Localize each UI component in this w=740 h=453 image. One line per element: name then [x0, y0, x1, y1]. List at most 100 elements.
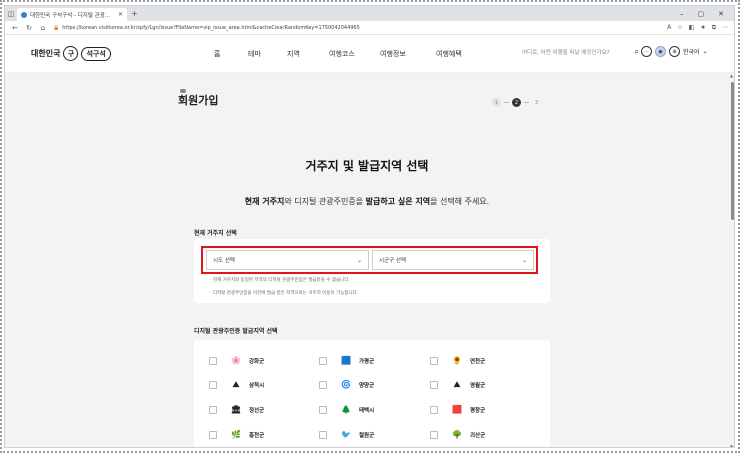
district-select[interactable]: 시군구 선택 ⌄ — [372, 250, 534, 270]
nav-item-info[interactable]: 여행정보 — [380, 49, 436, 59]
region-name: 홍천군 — [249, 433, 265, 439]
subtitle-emphasis: 현재 거주지 — [244, 197, 285, 206]
tab-bar: ◫ 대한민국 구석구석 - 디지털 관광... ✕ + – ▢ ✕ — [5, 6, 734, 21]
region-checkbox[interactable] — [319, 431, 327, 439]
region-option[interactable]: 🌳 괴산군 — [430, 430, 485, 440]
residence-note: · 디지털 관광주민증을 이전에 발급 받은 지역으로는 거주지 이동이 가능합… — [210, 291, 359, 296]
region-emblem-icon: 🏛 — [230, 405, 242, 414]
region-option[interactable]: 🏛 정선군 — [209, 405, 264, 415]
region-option[interactable]: 🌀 양양군 — [319, 380, 374, 390]
window-menu-icon[interactable]: ◫ — [5, 10, 17, 18]
main-nav: 홈 테마 지역 여행코스 여행정보 여행혜택 — [214, 49, 462, 59]
region-emblem-icon: 🌻 — [452, 356, 462, 365]
close-tab-icon[interactable]: ✕ — [118, 11, 123, 18]
region-option[interactable]: 🟦 가평군 — [319, 356, 374, 366]
region-emblem-icon: 🌸 — [231, 356, 241, 365]
residence-note: · 현재 거주지와 동일한 지역의 디지털 관광주민증은 발급받을 수 없습니다… — [210, 278, 350, 283]
region-checkbox[interactable] — [319, 381, 327, 389]
new-tab-icon[interactable]: + — [131, 9, 138, 18]
language-label[interactable]: 한국어 — [683, 47, 700, 56]
favorites-icon[interactable]: ★ — [700, 24, 705, 32]
browser-tab[interactable]: 대한민국 구석구석 - 디지털 관광... ✕ — [17, 8, 127, 21]
region-option[interactable]: 🌿 홍천군 — [209, 430, 264, 440]
logo-text: 대한민국 — [31, 49, 61, 58]
region-emblem-icon: 🟦 — [341, 356, 351, 365]
region-emblem-icon: 🌲 — [341, 405, 351, 414]
region-name: 영월군 — [470, 383, 486, 389]
scroll-down-icon[interactable]: ▼ — [730, 444, 733, 447]
home-icon[interactable]: ⌂ — [39, 24, 47, 32]
nav-item-benefits[interactable]: 여행혜택 — [436, 49, 462, 59]
residence-label: 현재 거주지 선택 — [194, 230, 237, 237]
address-bar: ← ↻ ⌂ 🔒 https://korean.visitkorea.or.kr/… — [5, 21, 734, 35]
step-3: 3 — [534, 99, 539, 106]
region-option[interactable]: 🌻 연천군 — [430, 356, 485, 366]
url-field[interactable]: 🔒 https://korean.visitkorea.or.kr/spfy/L… — [53, 25, 661, 31]
site-header: 대한민국 구 석구석 홈 테마 지역 여행코스 여행정보 여행혜택 어디로, 어… — [5, 35, 734, 73]
page-title-band: 회원가입 1 2 3 — [5, 73, 734, 121]
region-name: 강화군 — [249, 359, 265, 365]
profile-icon[interactable]: ◉ — [655, 46, 666, 57]
header-utilities: ⋯ ◉ ⊕ 한국어 ⌄ — [641, 46, 708, 57]
collections-icon[interactable]: ⧉ — [712, 24, 716, 32]
region-checkbox[interactable] — [319, 357, 327, 365]
region-option[interactable]: 🌲 태백시 — [319, 405, 374, 415]
close-window-icon[interactable]: ✕ — [718, 10, 724, 18]
back-icon[interactable]: ← — [11, 24, 19, 32]
browser-window: ◫ 대한민국 구석구석 - 디지털 관광... ✕ + – ▢ ✕ ← ↻ ⌂ … — [4, 5, 735, 448]
section-subtitle: 현재 거주지와 디지털 관광주민증을 발급하고 싶은 지역을 선택해 주세요. — [5, 196, 729, 207]
region-emblem-icon: 🌀 — [341, 380, 351, 389]
site-search[interactable]: 어디로, 어떤 여행을 떠날 예정인가요? ⌕ — [522, 45, 639, 58]
region-checkbox[interactable] — [430, 406, 438, 414]
region-option[interactable]: 🐦 철원군 — [319, 430, 374, 440]
search-input[interactable]: 어디로, 어떤 여행을 떠날 예정인가요? — [522, 48, 610, 56]
nav-item-course[interactable]: 여행코스 — [329, 49, 380, 59]
region-checkbox[interactable] — [209, 381, 217, 389]
scroll-up-icon[interactable]: ▲ — [730, 73, 733, 78]
subtitle-text: 와 디지털 관광주민증을 — [284, 197, 366, 206]
search-icon[interactable]: ⌕ — [635, 47, 639, 57]
step-2-active: 2 — [512, 98, 521, 107]
region-checkbox[interactable] — [209, 431, 217, 439]
more-icon[interactable]: ⋯ — [722, 24, 728, 32]
region-emblem-icon: ⛰ — [232, 380, 240, 389]
region-checkbox[interactable] — [430, 431, 438, 439]
nav-item-theme[interactable]: 테마 — [248, 49, 287, 59]
page-scrollbar[interactable]: ▲ ▼ — [729, 73, 734, 447]
main-content: 거주지 및 발급지역 선택 현재 거주지와 디지털 관광주민증을 발급하고 싶은… — [5, 121, 729, 447]
logo-text-secondary: 석구석 — [81, 46, 111, 61]
favorite-star-icon[interactable]: ☆ — [677, 24, 682, 32]
refresh-icon[interactable]: ↻ — [25, 24, 33, 32]
region-name: 연천군 — [470, 359, 486, 365]
region-option[interactable]: ⛰ 영월군 — [430, 380, 485, 390]
minimize-icon[interactable]: – — [680, 10, 684, 18]
scroll-thumb[interactable] — [731, 82, 734, 220]
region-name: 철원군 — [359, 433, 375, 439]
subtitle-text: 을 선택해 주세요. — [430, 197, 490, 206]
nav-item-home[interactable]: 홈 — [214, 49, 248, 59]
province-select[interactable]: 시도 선택 ⌄ — [206, 250, 369, 270]
chevron-down-icon: ⌄ — [356, 256, 362, 264]
menu-circle-icon[interactable]: ⋯ — [641, 46, 652, 57]
region-checkbox[interactable] — [430, 381, 438, 389]
region-name: 삼척시 — [249, 383, 265, 389]
province-select-value: 시도 선택 — [213, 258, 235, 264]
split-screen-icon[interactable]: ◧ — [689, 24, 695, 32]
region-option[interactable]: 🟥 평창군 — [430, 405, 485, 415]
step-indicator: 1 2 3 — [492, 98, 541, 107]
nav-item-region[interactable]: 지역 — [287, 49, 329, 59]
region-checkbox[interactable] — [319, 406, 327, 414]
region-option[interactable]: ⛰ 삼척시 — [209, 380, 264, 390]
region-option[interactable]: 🌸 강화군 — [209, 356, 264, 366]
read-aloud-icon[interactable]: A — [667, 24, 671, 32]
site-logo[interactable]: 대한민국 구 석구석 — [31, 46, 111, 61]
lock-icon: 🔒 — [53, 24, 60, 31]
region-checkbox[interactable] — [209, 406, 217, 414]
region-emblem-icon: 🌳 — [452, 430, 462, 439]
region-checkbox[interactable] — [430, 357, 438, 365]
globe-icon[interactable]: ⊕ — [669, 46, 680, 57]
chevron-down-icon[interactable]: ⌄ — [703, 48, 708, 55]
maximize-icon[interactable]: ▢ — [698, 10, 705, 18]
region-emblem-icon: 🟥 — [452, 405, 462, 414]
region-checkbox[interactable] — [209, 357, 217, 365]
